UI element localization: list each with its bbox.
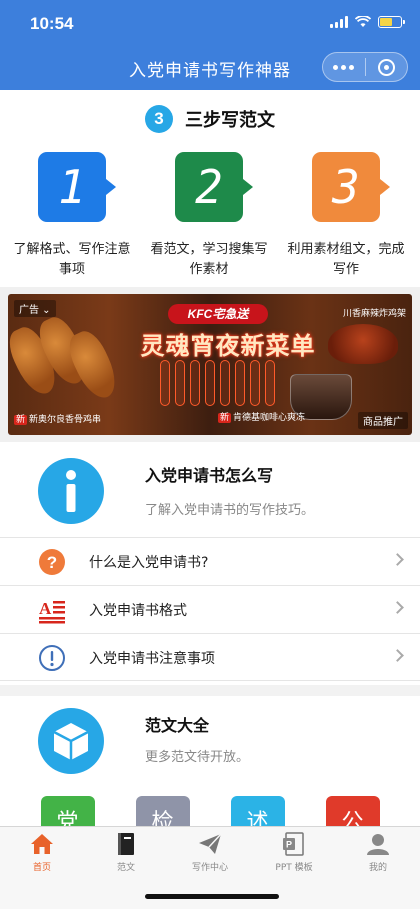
samples-subtitle: 更多范文待开放。 <box>145 750 250 765</box>
status-icons <box>330 16 405 28</box>
svg-text:A: A <box>39 599 52 618</box>
info-icon <box>38 458 104 524</box>
category-tile-review[interactable]: 检 <box>135 796 190 826</box>
chevron-right-icon <box>391 649 404 662</box>
ad-container: 广告 ⌄ KFC宅急送 灵魂宵夜新菜单 川香麻辣炸鸡架 新新奥尔良香骨鸡串 新肯… <box>0 287 420 442</box>
steps-title: 三步写范文 <box>185 110 275 131</box>
tab-label: PPT 模板 <box>275 863 313 873</box>
step-item-2[interactable]: 2 看范文，学习搜集写作素材 <box>144 152 274 280</box>
list-item-format[interactable]: A 入党申请书格式 <box>0 585 420 633</box>
ad-caption-left: 新新奥尔良香骨鸡串 <box>14 415 102 425</box>
howto-title: 入党申请书怎么写 <box>145 466 274 485</box>
status-time: 10:54 <box>30 14 74 33</box>
howto-header[interactable]: 入党申请书怎么写 了解入党申请书的写作技巧。 <box>0 442 420 537</box>
tab-label: 范文 <box>116 863 135 873</box>
chevron-right-icon <box>391 553 404 566</box>
more-button[interactable] <box>323 53 365 81</box>
tab-samples[interactable]: 范文 <box>84 827 168 877</box>
target-icon <box>377 58 395 76</box>
wifi-icon <box>355 16 371 27</box>
ad-caption-right: 新肯德基咖啡心爽冻 <box>218 413 306 423</box>
ad-promo-tag: 商品推广 <box>358 412 408 429</box>
svg-text:?: ? <box>47 553 57 572</box>
ad-menu-chips <box>160 360 275 406</box>
svg-text:P: P <box>286 840 292 850</box>
tab-label: 首页 <box>32 863 51 873</box>
list-item-label: 入党申请书格式 <box>89 603 187 619</box>
home-indicator <box>145 894 279 899</box>
ad-banner[interactable]: 广告 ⌄ KFC宅急送 灵魂宵夜新菜单 川香麻辣炸鸡架 新新奥尔良香骨鸡串 新肯… <box>8 294 412 435</box>
category-tile-party[interactable]: 党 <box>40 796 95 826</box>
howto-subtitle: 了解入党申请书的写作技巧。 <box>145 503 315 518</box>
samples-title: 范文大全 <box>145 716 210 735</box>
box-icon <box>38 708 104 774</box>
ppt-icon: P <box>281 832 307 856</box>
tab-bar: 首页 范文 写作中心 P PPT 模板 我的 <box>0 826 420 909</box>
alert-icon <box>38 644 66 672</box>
step-count-badge: 3 <box>145 105 173 133</box>
tab-mine[interactable]: 我的 <box>336 827 420 877</box>
tab-ppt[interactable]: P PPT 模板 <box>252 827 336 877</box>
send-icon <box>197 832 223 856</box>
question-icon: ? <box>38 548 66 576</box>
signal-icon <box>330 16 348 28</box>
ad-headline: 灵魂宵夜新菜单 <box>140 332 316 360</box>
home-icon <box>29 832 55 856</box>
close-miniprogram-button[interactable] <box>366 53 408 81</box>
list-item-label: 入党申请书注意事项 <box>89 651 215 667</box>
sample-categories: 党 检 述 公 <box>0 796 420 826</box>
battery-icon <box>378 16 405 28</box>
more-dots-icon <box>333 64 355 70</box>
step-1-text: 了解格式、写作注意事项 <box>13 242 131 277</box>
steps-section: 3 三步写范文 1 了解格式、写作注意事项 2 看范文，学习搜集写作素材 3 利… <box>0 90 420 287</box>
format-icon: A <box>38 596 66 624</box>
ad-product-title: 川香麻辣炸鸡架 <box>342 309 406 319</box>
tab-home[interactable]: 首页 <box>0 827 84 877</box>
chevron-right-icon <box>391 601 404 614</box>
tab-label: 写作中心 <box>191 863 228 873</box>
ad-dish-image <box>328 324 398 364</box>
tab-label: 我的 <box>368 863 387 873</box>
samples-section: 范文大全 更多范文待开放。 党 检 述 公 <box>0 696 420 826</box>
book-icon <box>113 832 139 856</box>
category-tile-report[interactable]: 述 <box>230 796 285 826</box>
list-item-label: 什么是入党申请书? <box>89 555 209 571</box>
ad-label[interactable]: 广告 ⌄ <box>14 300 56 317</box>
step-1-icon: 1 <box>38 152 116 222</box>
step-item-1[interactable]: 1 了解格式、写作注意事项 <box>7 152 137 280</box>
top-bar: 10:54 入党申请书写作神器 <box>0 0 420 90</box>
ad-brand: KFC宅急送 <box>168 304 268 324</box>
user-icon <box>365 832 391 856</box>
category-tile-public[interactable]: 公 <box>325 796 380 826</box>
step-3-icon: 3 <box>312 152 390 222</box>
step-item-3[interactable]: 3 利用素材组文，完成写作 <box>281 152 411 280</box>
step-2-icon: 2 <box>175 152 253 222</box>
steps-header: 3 三步写范文 <box>0 105 420 133</box>
list-item-what-is[interactable]: ? 什么是入党申请书? <box>0 537 420 585</box>
step-2-text: 看范文，学习搜集写作素材 <box>150 242 268 277</box>
list-item-notes[interactable]: 入党申请书注意事项 <box>0 633 420 681</box>
step-3-text: 利用素材组文，完成写作 <box>287 242 405 277</box>
howto-section: 入党申请书怎么写 了解入党申请书的写作技巧。 ? 什么是入党申请书? A 入党申… <box>0 442 420 685</box>
mini-program-capsule <box>322 52 408 82</box>
tab-writing-center[interactable]: 写作中心 <box>168 827 252 877</box>
ad-food-image <box>8 312 124 411</box>
